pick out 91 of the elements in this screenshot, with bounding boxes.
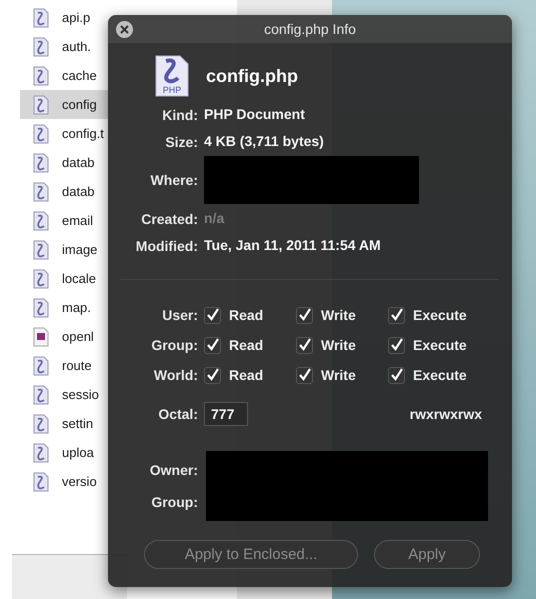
file-row[interactable]: config xyxy=(20,90,108,119)
file-name: config xyxy=(62,97,97,112)
file-row[interactable]: sessio xyxy=(20,380,108,409)
file-row[interactable]: image xyxy=(20,235,108,264)
php-file-icon xyxy=(33,124,49,144)
checkbox[interactable] xyxy=(296,366,313,384)
file-row[interactable]: versio xyxy=(20,467,108,496)
php-file-icon xyxy=(33,210,49,230)
php-file-icon xyxy=(33,472,49,492)
file-name: openl xyxy=(62,329,94,344)
detail-value: Tue, Jan 11, 2011 11:54 AM xyxy=(204,236,382,255)
checkbox[interactable] xyxy=(388,366,405,384)
checkbox[interactable] xyxy=(388,336,405,354)
detail-label: Kind: xyxy=(161,106,198,122)
php-file-icon xyxy=(33,240,49,260)
checkbox-label: Read xyxy=(229,337,264,353)
checkbox[interactable] xyxy=(296,306,313,324)
octal-label: Octal: xyxy=(158,406,198,422)
php-file-icon xyxy=(33,384,49,404)
checkbox-label: Execute xyxy=(413,367,467,383)
file-row[interactable]: config.t xyxy=(20,119,108,148)
close-button[interactable] xyxy=(116,21,133,38)
file-name: locale xyxy=(62,271,96,286)
checkbox[interactable] xyxy=(296,336,313,354)
php-file-icon xyxy=(33,36,49,56)
file-row[interactable]: openl xyxy=(20,322,108,351)
permission-label: World: xyxy=(152,367,198,383)
close-icon xyxy=(120,25,129,34)
file-name: config.t xyxy=(62,126,104,141)
file-row[interactable]: datab xyxy=(20,177,108,206)
detail-value: PHP Document xyxy=(204,105,306,124)
file-name: uploa xyxy=(62,445,94,460)
php-file-icon xyxy=(33,182,49,202)
file-name: auth. xyxy=(62,39,91,54)
file-name: map. xyxy=(62,300,91,315)
checkbox[interactable] xyxy=(388,306,405,324)
checkbox-label: Write xyxy=(321,337,356,353)
file-row[interactable]: locale xyxy=(20,264,108,293)
checkbox[interactable] xyxy=(204,336,221,354)
file-row[interactable]: email xyxy=(20,206,108,235)
php-file-icon xyxy=(33,94,49,114)
checkbox-label: Execute xyxy=(413,307,467,323)
checkbox-label: Execute xyxy=(413,337,467,353)
file-row[interactable]: cache xyxy=(20,61,108,90)
checkbox[interactable] xyxy=(204,306,221,324)
symbolic-permissions: rwxrwxrwx xyxy=(410,406,482,422)
detail-label: Size: xyxy=(164,134,198,150)
file-name: route xyxy=(62,358,92,373)
permission-label: Group: xyxy=(150,337,198,353)
checkbox[interactable] xyxy=(204,366,221,384)
file-name: image xyxy=(62,242,98,257)
file-row[interactable]: settin xyxy=(20,409,108,438)
file-row[interactable]: datab xyxy=(20,148,108,177)
file-name: datab xyxy=(62,155,95,170)
file-name: settin xyxy=(62,416,94,431)
detail-label: Modified: xyxy=(134,238,198,254)
php-file-icon xyxy=(33,356,49,376)
file-name: api.p xyxy=(62,10,90,25)
file-name: email xyxy=(62,213,94,228)
permission-label: User: xyxy=(161,307,198,323)
octal-field[interactable]: 777 xyxy=(204,402,248,426)
php-file-icon xyxy=(33,8,49,28)
file-row[interactable]: api.p xyxy=(20,3,108,32)
php-file-icon xyxy=(33,442,49,462)
window-title: config.php Info xyxy=(264,21,356,37)
detail-label: Created: xyxy=(140,210,198,226)
php-file-icon xyxy=(33,66,49,86)
file-row[interactable]: route xyxy=(20,351,108,380)
file-row[interactable]: uploa xyxy=(20,438,108,467)
detail-value: 4 KB (3,711 bytes) xyxy=(204,132,325,151)
file-name: datab xyxy=(62,184,95,199)
file-row[interactable]: auth. xyxy=(20,32,108,61)
php-file-icon xyxy=(33,268,49,288)
php-file-icon xyxy=(33,414,49,434)
ownership-label: Owner: xyxy=(150,462,198,478)
checkbox-label: Write xyxy=(321,367,356,383)
checkbox-label: Read xyxy=(229,307,264,323)
file-name: versio xyxy=(62,474,97,489)
file-row[interactable]: map. xyxy=(20,293,108,322)
checkbox-label: Write xyxy=(321,307,356,323)
file-name: cache xyxy=(62,68,97,83)
detail-value: n/a xyxy=(204,209,226,228)
file-title: config.php xyxy=(206,66,298,86)
php-file-icon xyxy=(33,298,49,318)
checkbox-label: Read xyxy=(229,367,264,383)
php-file-icon xyxy=(33,152,49,172)
ownership-label: Group: xyxy=(151,494,198,510)
file-name: sessio xyxy=(62,387,99,402)
detail-label: Where: xyxy=(150,172,198,188)
icon-label: PHP xyxy=(162,85,182,95)
config-file-icon xyxy=(33,326,49,346)
